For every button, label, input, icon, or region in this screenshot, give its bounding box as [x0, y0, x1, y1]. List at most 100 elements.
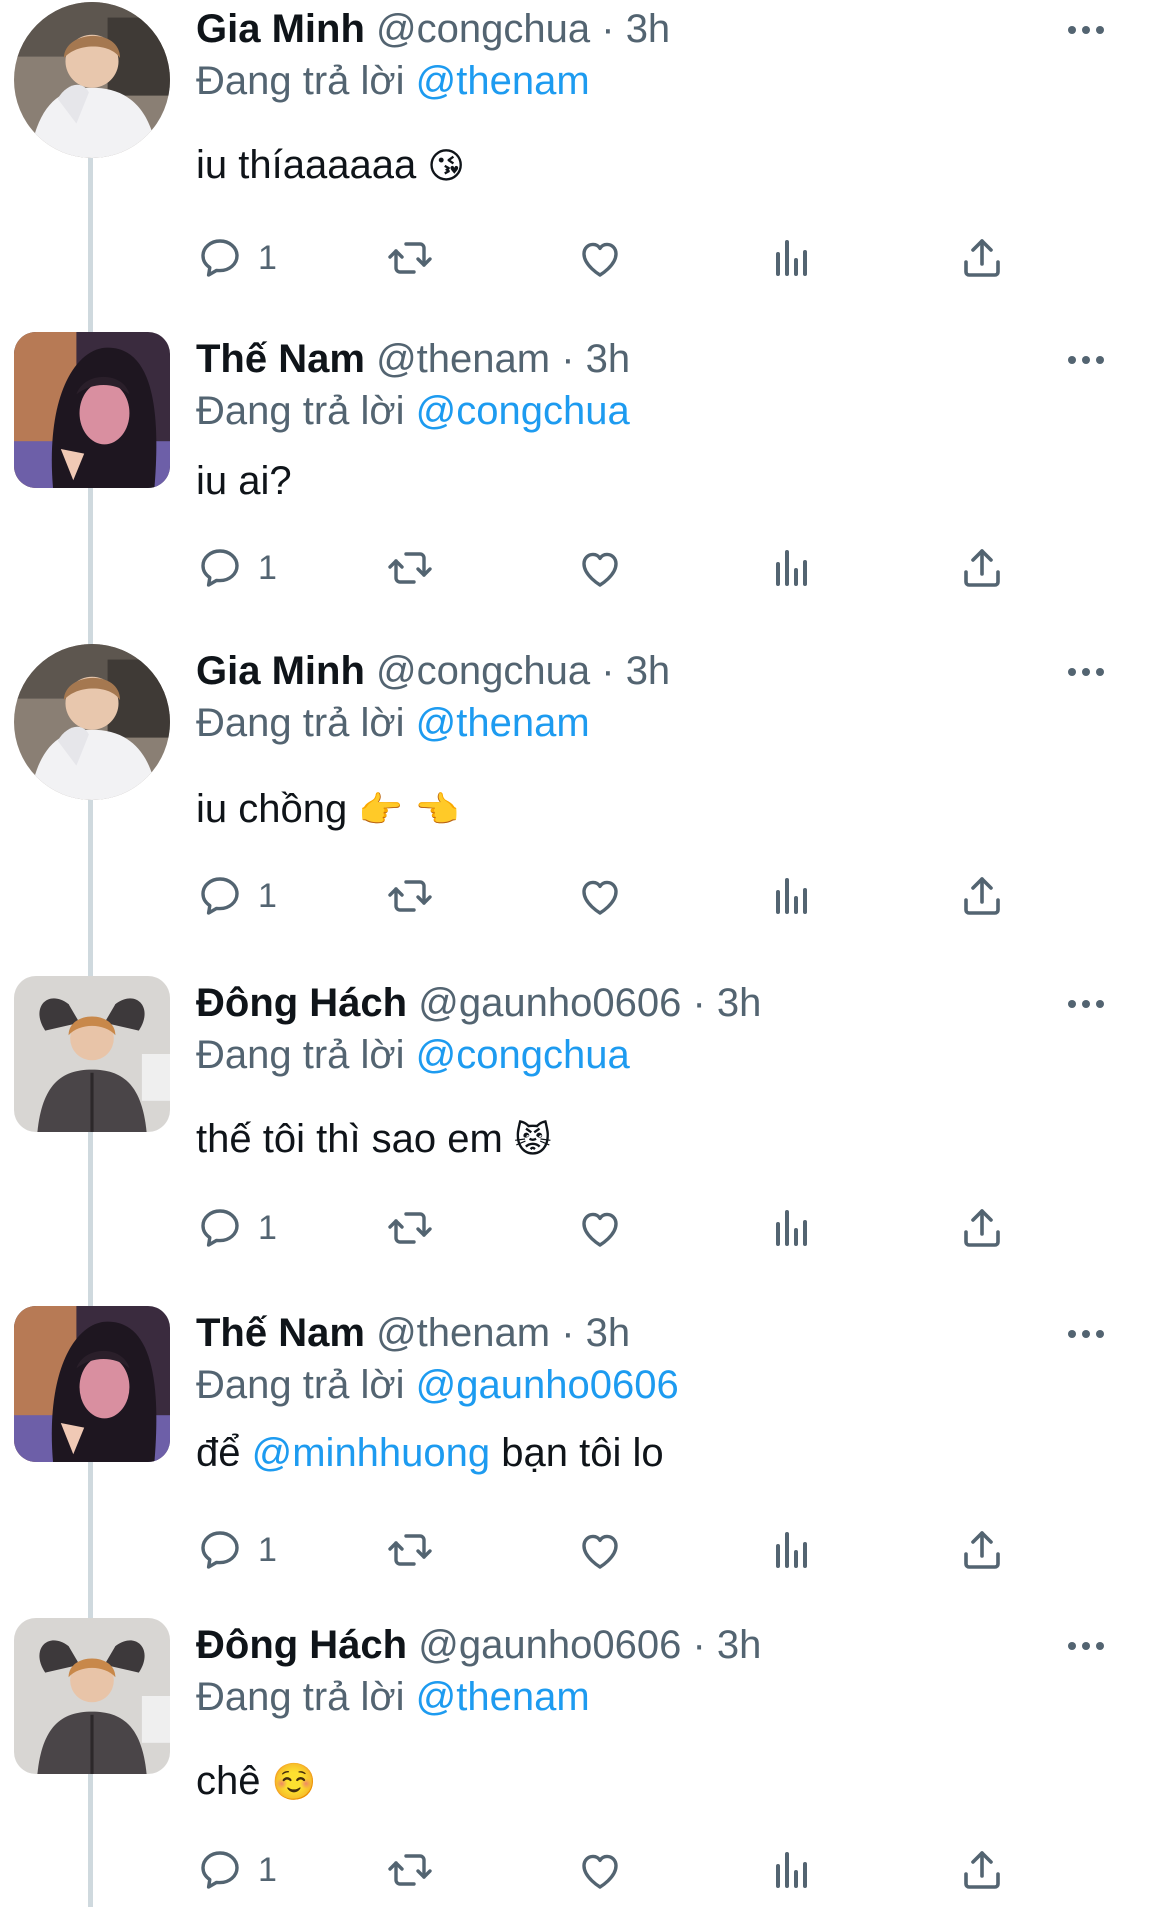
tweet-text: iu chồng 👉 👈 — [196, 784, 459, 836]
replying-label: Đang trả lời — [196, 1675, 405, 1719]
tweet[interactable]: Thế Nam @thenam · 3h Đang trả lời @gaunh… — [0, 1306, 1154, 1576]
timestamp[interactable]: 3h — [586, 1311, 631, 1355]
share-button[interactable] — [958, 1520, 1006, 1580]
views-button[interactable] — [768, 866, 816, 926]
views-button[interactable] — [768, 1840, 816, 1900]
author-name[interactable]: Đông Hách — [196, 981, 407, 1025]
tweet-text-content: iu chồng — [196, 787, 348, 831]
reply-icon — [196, 234, 244, 282]
author-handle[interactable]: @thenam — [376, 337, 550, 381]
action-bar: 1 — [196, 1198, 1026, 1258]
action-bar: 1 — [196, 866, 1026, 926]
retweet-button[interactable] — [386, 1840, 434, 1900]
share-button[interactable] — [958, 228, 1006, 288]
reply-to-mention[interactable]: @thenam — [416, 59, 590, 103]
reply-button[interactable]: 1 — [196, 1840, 277, 1900]
reply-icon — [196, 872, 244, 920]
tweet[interactable]: Đông Hách @gaunho0606 · 3h Đang trả lời … — [0, 976, 1154, 1247]
tweet-text: chê ☺️ — [196, 1756, 316, 1808]
views-button[interactable] — [768, 538, 816, 598]
more-options-icon[interactable] — [1056, 652, 1116, 692]
reply-to-mention[interactable]: @congchua — [416, 389, 630, 433]
like-button[interactable] — [576, 1520, 624, 1580]
author-handle[interactable]: @congchua — [376, 649, 590, 693]
share-button[interactable] — [958, 1198, 1006, 1258]
tweet-header: Gia Minh @congchua · 3h — [196, 4, 670, 54]
author-name[interactable]: Gia Minh — [196, 649, 365, 693]
reply-button[interactable]: 1 — [196, 538, 277, 598]
like-button[interactable] — [576, 866, 624, 926]
retweet-button[interactable] — [386, 866, 434, 926]
reply-button[interactable]: 1 — [196, 1198, 277, 1258]
avatar[interactable] — [14, 976, 170, 1132]
reply-to-mention[interactable]: @thenam — [416, 1675, 590, 1719]
author-handle[interactable]: @congchua — [376, 7, 590, 51]
more-options-icon[interactable] — [1056, 340, 1116, 380]
timestamp[interactable]: 3h — [586, 337, 631, 381]
timestamp[interactable]: 3h — [626, 7, 671, 51]
avatar[interactable] — [14, 644, 170, 800]
retweet-button[interactable] — [386, 1198, 434, 1258]
timestamp[interactable]: 3h — [717, 981, 762, 1025]
avatar[interactable] — [14, 332, 170, 488]
tweet-header: Gia Minh @congchua · 3h — [196, 646, 670, 696]
separator-dot: · — [692, 1623, 706, 1667]
share-button[interactable] — [958, 866, 1006, 926]
separator-dot: · — [561, 1311, 575, 1355]
avatar[interactable] — [14, 2, 170, 158]
like-button[interactable] — [576, 1198, 624, 1258]
more-options-icon[interactable] — [1056, 1626, 1116, 1666]
replying-label: Đang trả lời — [196, 701, 405, 745]
retweet-icon — [386, 1846, 434, 1894]
tweet[interactable]: Đông Hách @gaunho0606 · 3h Đang trả lời … — [0, 1618, 1154, 1907]
like-button[interactable] — [576, 538, 624, 598]
avatar[interactable] — [14, 1306, 170, 1462]
like-button[interactable] — [576, 228, 624, 288]
retweet-button[interactable] — [386, 1520, 434, 1580]
reply-count: 1 — [258, 1850, 277, 1889]
inline-mention[interactable]: @minhhuong — [252, 1431, 491, 1475]
reply-to-mention[interactable]: @congchua — [416, 1033, 630, 1077]
tweet-header: Đông Hách @gaunho0606 · 3h — [196, 1620, 761, 1670]
timestamp[interactable]: 3h — [717, 1623, 762, 1667]
tweet-text: để @minhhuong bạn tôi lo — [196, 1428, 664, 1478]
tweet-text: thế tôi thì sao em 😾 — [196, 1114, 552, 1166]
more-options-icon[interactable] — [1056, 984, 1116, 1024]
reply-to-mention[interactable]: @gaunho0606 — [416, 1363, 679, 1407]
stats-icon — [768, 872, 816, 920]
author-name[interactable]: Thế Nam — [196, 337, 365, 381]
reply-button[interactable]: 1 — [196, 1520, 277, 1580]
retweet-button[interactable] — [386, 538, 434, 598]
tweet-text-content: thế tôi thì sao em — [196, 1117, 503, 1161]
like-button[interactable] — [576, 1840, 624, 1900]
views-button[interactable] — [768, 228, 816, 288]
tweet[interactable]: Gia Minh @congchua · 3h Đang trả lời @th… — [0, 644, 1154, 915]
tweet-header: Thế Nam @thenam · 3h — [196, 334, 630, 384]
more-options-icon[interactable] — [1056, 1314, 1116, 1354]
author-handle[interactable]: @gaunho0606 — [418, 981, 681, 1025]
reply-button[interactable]: 1 — [196, 866, 277, 926]
share-button[interactable] — [958, 1840, 1006, 1900]
replying-to: Đang trả lời @congchua — [196, 1030, 630, 1080]
reply-icon — [196, 1526, 244, 1574]
avatar[interactable] — [14, 1618, 170, 1774]
reply-count: 1 — [258, 1208, 277, 1247]
reply-icon — [196, 544, 244, 592]
author-name[interactable]: Gia Minh — [196, 7, 365, 51]
share-button[interactable] — [958, 538, 1006, 598]
retweet-button[interactable] — [386, 228, 434, 288]
author-name[interactable]: Đông Hách — [196, 1623, 407, 1667]
tweet[interactable]: Gia Minh @congchua · 3h Đang trả lời @th… — [0, 2, 1154, 277]
reply-icon — [196, 1204, 244, 1252]
timestamp[interactable]: 3h — [626, 649, 671, 693]
author-handle[interactable]: @gaunho0606 — [418, 1623, 681, 1667]
author-handle[interactable]: @thenam — [376, 1311, 550, 1355]
reply-button[interactable]: 1 — [196, 228, 277, 288]
reply-to-mention[interactable]: @thenam — [416, 701, 590, 745]
more-options-icon[interactable] — [1056, 10, 1116, 50]
author-name[interactable]: Thế Nam — [196, 1311, 365, 1355]
views-button[interactable] — [768, 1198, 816, 1258]
replying-label: Đang trả lời — [196, 59, 405, 103]
views-button[interactable] — [768, 1520, 816, 1580]
tweet[interactable]: Thế Nam @thenam · 3h Đang trả lời @congc… — [0, 332, 1154, 592]
